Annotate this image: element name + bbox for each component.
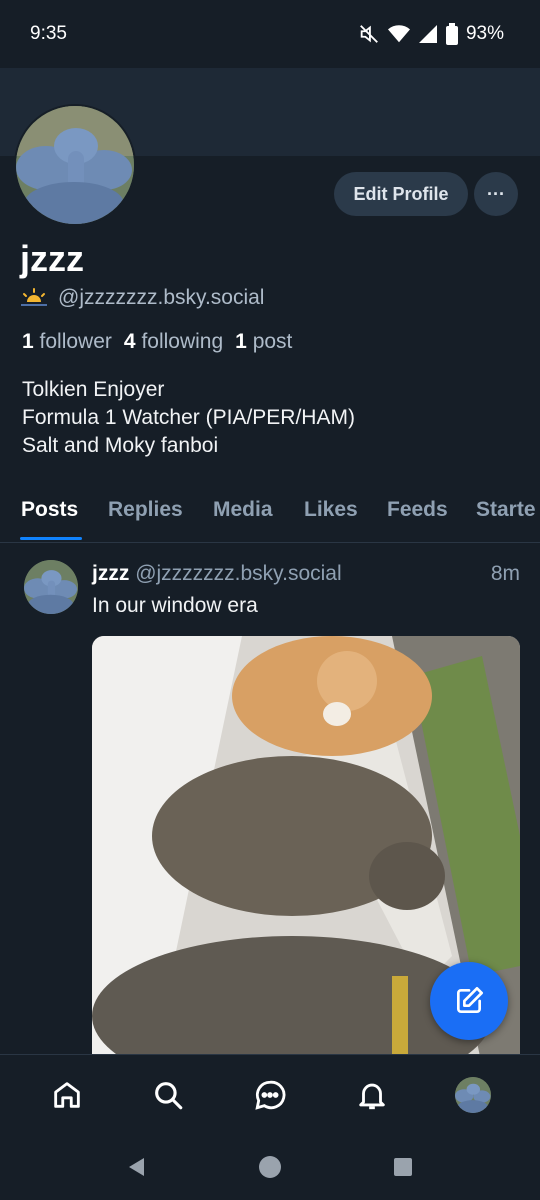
post-author-name[interactable]: jzzz [92, 562, 129, 585]
nav-home[interactable] [37, 1065, 97, 1125]
recents-icon[interactable] [392, 1156, 414, 1178]
mute-icon [360, 25, 378, 43]
compose-post-button[interactable] [430, 962, 508, 1040]
status-bar: 9:35 93% [0, 0, 540, 68]
active-tab-indicator [20, 537, 82, 540]
profile-avatar[interactable] [14, 104, 136, 226]
avatar [455, 1076, 492, 1113]
more-options-button[interactable]: ··· [474, 172, 518, 216]
bell-icon [358, 1083, 385, 1109]
tab-feeds[interactable]: Feeds [387, 498, 448, 522]
profile-stats: 1 follower 4 following 1 post [22, 330, 292, 354]
posts-stat: 1 post [235, 330, 293, 353]
back-icon[interactable] [126, 1156, 148, 1178]
tab-media[interactable]: Media [213, 498, 273, 522]
post-timestamp[interactable]: 8m [491, 562, 520, 586]
battery-icon [445, 23, 458, 45]
tab-starter-packs[interactable]: Starte [476, 498, 536, 522]
bio-line: Tolkien Enjoyer [22, 378, 165, 401]
signal-icon [418, 25, 437, 43]
post-author-avatar[interactable] [24, 560, 78, 614]
home-icon [54, 1081, 80, 1108]
nav-search[interactable] [138, 1065, 198, 1125]
followers-stat[interactable]: 1 follower [22, 330, 112, 354]
post-header: jzzz @jzzzzzzz.bsky.social [92, 562, 342, 586]
profile-bio: Tolkien Enjoyer Formula 1 Watcher (PIA/P… [22, 376, 355, 460]
nav-notifications[interactable] [342, 1065, 402, 1125]
display-name: jzzz [20, 238, 85, 279]
handle-row: @jzzzzzzz.bsky.social [20, 286, 264, 310]
nav-profile[interactable] [443, 1065, 503, 1125]
edit-profile-button[interactable]: Edit Profile [334, 172, 468, 216]
tab-likes[interactable]: Likes [304, 498, 358, 522]
more-icon: ··· [487, 183, 505, 204]
compose-icon [457, 987, 483, 1013]
status-time: 9:35 [30, 23, 67, 44]
wifi-icon [387, 25, 410, 43]
post-text: In our window era [92, 594, 258, 617]
tab-posts[interactable]: Posts [21, 498, 78, 522]
battery-percent: 93% [465, 23, 504, 44]
post-author-handle[interactable]: @jzzzzzzz.bsky.social [135, 562, 341, 585]
chat-icon [255, 1080, 286, 1110]
bottom-navigation [0, 1054, 540, 1134]
bio-line: Formula 1 Watcher (PIA/PER/HAM) [22, 406, 355, 429]
home-circle-icon[interactable] [258, 1155, 282, 1179]
profile-handle: @jzzzzzzz.bsky.social [58, 286, 265, 309]
sunrise-icon [21, 288, 47, 306]
tab-replies[interactable]: Replies [108, 498, 183, 522]
nav-chat[interactable] [240, 1065, 300, 1125]
following-stat[interactable]: 4 following [124, 330, 223, 354]
search-icon [155, 1081, 183, 1109]
bio-line: Salt and Moky fanboi [22, 434, 219, 457]
profile-tabs: Posts Replies Media Likes Feeds Starte [0, 486, 540, 543]
status-icons: 93% [358, 23, 504, 45]
system-navigation [0, 1134, 540, 1200]
